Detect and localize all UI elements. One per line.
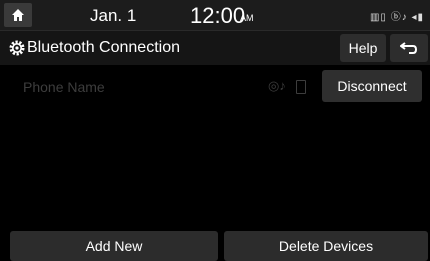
disconnect-button[interactable]: Disconnect (322, 70, 422, 102)
page-header: Bluetooth Connection Help (0, 31, 430, 65)
date-display: Jan. 1 (90, 6, 137, 25)
back-button[interactable] (390, 34, 428, 62)
back-arrow-icon (400, 42, 418, 54)
status-bar: Jan. 1 12:00 AM ▥▯ ⓑ♪ ◂▮ (0, 0, 430, 31)
ampm-display: AM (240, 13, 254, 23)
home-button[interactable] (4, 3, 32, 27)
page-title: Bluetooth Connection (27, 39, 180, 56)
time-display: 12:00 (190, 3, 246, 28)
home-icon (12, 9, 24, 21)
delete-devices-button[interactable]: Delete Devices (224, 231, 428, 261)
status-indicators-icon: ▥▯ ⓑ♪ ◂▮ (369, 12, 424, 23)
add-new-button[interactable]: Add New (10, 231, 218, 261)
help-button[interactable]: Help (340, 34, 386, 62)
bluetooth-audio-icon: ◎♪ (268, 78, 286, 93)
gear-icon (9, 40, 25, 56)
phone-icon (296, 80, 306, 94)
footer-bar: Add New Delete Devices (0, 230, 430, 261)
device-name: Phone Name (23, 79, 105, 95)
device-list-item[interactable]: Phone Name ◎♪ Disconnect (6, 68, 428, 106)
